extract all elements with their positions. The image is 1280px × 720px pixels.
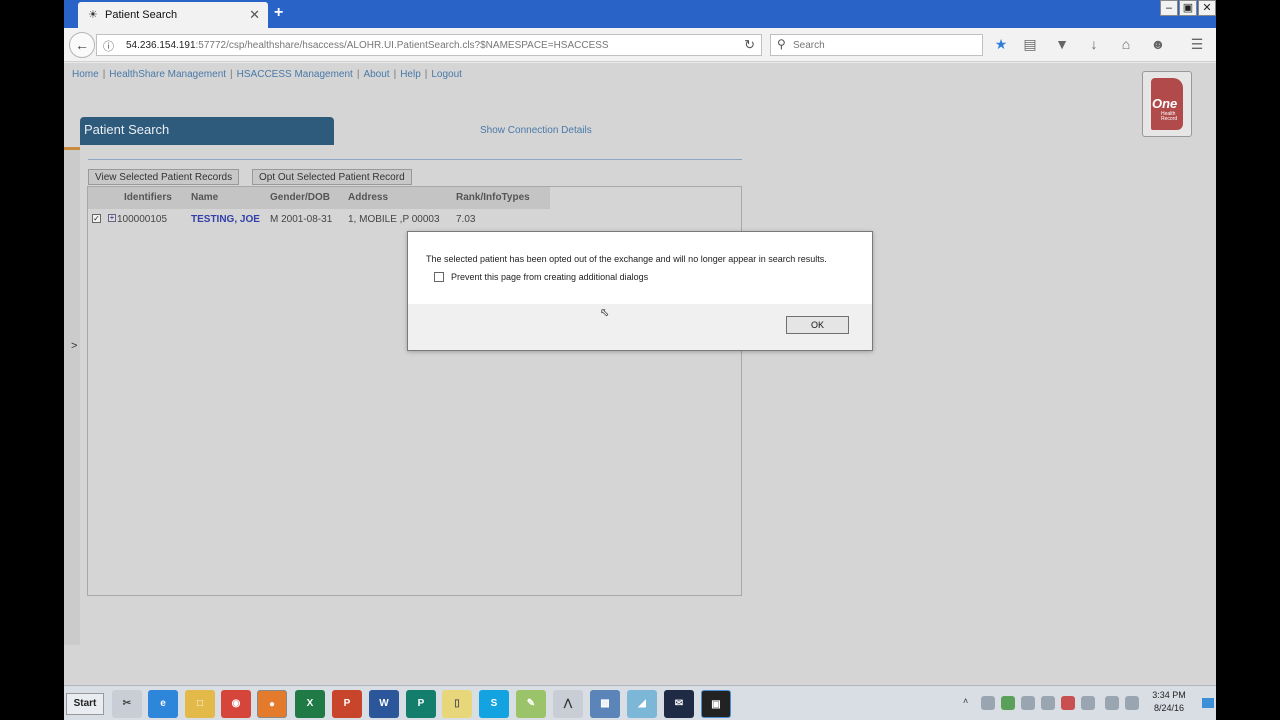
close-window-button[interactable]: ✕: [1198, 0, 1216, 16]
remote-desktop-icon[interactable]: ▣: [701, 690, 731, 718]
close-tab-icon[interactable]: ✕: [249, 7, 260, 23]
prevent-dialogs-label[interactable]: Prevent this page from creating addition…: [451, 272, 648, 282]
mouse-pointer-icon: ⬁: [600, 307, 610, 319]
network-tool-icon[interactable]: ▩: [590, 690, 620, 718]
paint-icon[interactable]: ✎: [516, 690, 546, 718]
window-controls: – ▣ ✕: [1159, 0, 1216, 18]
browser-tab-bar: ☀ Patient Search ✕ + – ▣ ✕: [64, 0, 1216, 28]
url-bar[interactable]: ⓘ 54.236.154.191:57772/csp/healthshare/h…: [96, 34, 762, 56]
browser-navbar: ← ⓘ 54.236.154.191:57772/csp/healthshare…: [64, 28, 1216, 62]
eraser-app-icon[interactable]: ◢: [627, 690, 657, 718]
chat-icon[interactable]: ☻: [1149, 36, 1167, 52]
new-tab-icon[interactable]: +: [274, 4, 283, 22]
chrome-icon[interactable]: ◉: [221, 690, 251, 718]
browser-search-input[interactable]: [793, 38, 973, 53]
mail-app-icon[interactable]: ✉: [664, 690, 694, 718]
volume-icon[interactable]: [1125, 696, 1139, 710]
alert-dialog: The selected patient has been opted out …: [407, 231, 873, 351]
sticky-notes-icon[interactable]: ▯: [442, 690, 472, 718]
excel-icon[interactable]: X: [295, 690, 325, 718]
info-icon[interactable]: ⓘ: [103, 38, 114, 54]
url-text: 54.236.154.191:57772/csp/healthshare/hsa…: [126, 40, 609, 51]
clock-time: 3:34 PM: [1152, 690, 1186, 700]
start-label: Start: [73, 698, 97, 709]
show-hidden-icons-icon[interactable]: ˄: [963, 696, 971, 710]
prevent-dialogs-checkbox[interactable]: [434, 272, 444, 282]
file-explorer-icon[interactable]: □: [185, 690, 215, 718]
menu-icon[interactable]: ☰: [1188, 36, 1206, 53]
skype-icon[interactable]: S: [479, 690, 509, 718]
tray-people-icon[interactable]: [1041, 696, 1055, 710]
modal-overlay: [64, 63, 1216, 685]
powerpoint-icon[interactable]: P: [332, 690, 362, 718]
snipping-tool-icon[interactable]: ✂: [112, 690, 142, 718]
dialog-footer: OK: [408, 304, 872, 350]
reload-icon[interactable]: ↻: [744, 37, 755, 53]
action-center-icon[interactable]: [1202, 698, 1214, 708]
network-icon[interactable]: [1105, 696, 1119, 710]
clock-date: 8/24/16: [1153, 703, 1185, 713]
tray-sync-icon[interactable]: [1001, 696, 1015, 710]
browser-search-box[interactable]: ⚲: [770, 34, 983, 56]
page-favicon-icon: ☀: [88, 9, 98, 21]
start-button[interactable]: Start: [66, 693, 104, 715]
tab-title: Patient Search: [105, 9, 178, 21]
internet-explorer-icon[interactable]: e: [148, 690, 178, 718]
back-button[interactable]: ←: [69, 32, 95, 58]
system-tray: ˄: [959, 692, 1149, 716]
tray-user-icon[interactable]: [1021, 696, 1035, 710]
reading-list-icon[interactable]: ▤: [1021, 36, 1039, 53]
battery-icon[interactable]: [1081, 696, 1095, 710]
url-host: 54.236.154.191: [126, 40, 196, 51]
tray-app-icon[interactable]: [981, 696, 995, 710]
firefox-icon[interactable]: ●: [257, 690, 287, 718]
search-icon: ⚲: [777, 37, 786, 51]
tray-alert-icon[interactable]: [1061, 696, 1075, 710]
compass-tool-icon[interactable]: ⋀: [553, 690, 583, 718]
url-path: :57772/csp/healthshare/hsaccess/ALOHR.UI…: [195, 40, 609, 51]
system-clock[interactable]: 3:34 PM 8/24/16: [1144, 689, 1194, 715]
download-icon[interactable]: ↓: [1085, 36, 1103, 52]
desktop-screen: ☀ Patient Search ✕ + – ▣ ✕ ← ⓘ 54.236.15…: [64, 0, 1216, 720]
word-icon[interactable]: W: [369, 690, 399, 718]
restore-button[interactable]: ▣: [1179, 0, 1197, 16]
publisher-icon[interactable]: P: [406, 690, 436, 718]
minimize-button[interactable]: –: [1160, 0, 1178, 16]
pocket-icon[interactable]: ▼: [1053, 36, 1071, 52]
browser-tab[interactable]: ☀ Patient Search ✕: [78, 2, 268, 28]
home-icon[interactable]: ⌂: [1117, 36, 1135, 52]
dialog-message: The selected patient has been opted out …: [426, 254, 827, 264]
windows-taskbar: Start ✂ e □ ◉ ● X P W P ▯ S ✎ ⋀ ▩ ◢ ✉ ▣ …: [64, 685, 1216, 720]
bookmark-star-icon[interactable]: ★: [992, 36, 1010, 53]
ok-button[interactable]: OK: [786, 316, 849, 334]
